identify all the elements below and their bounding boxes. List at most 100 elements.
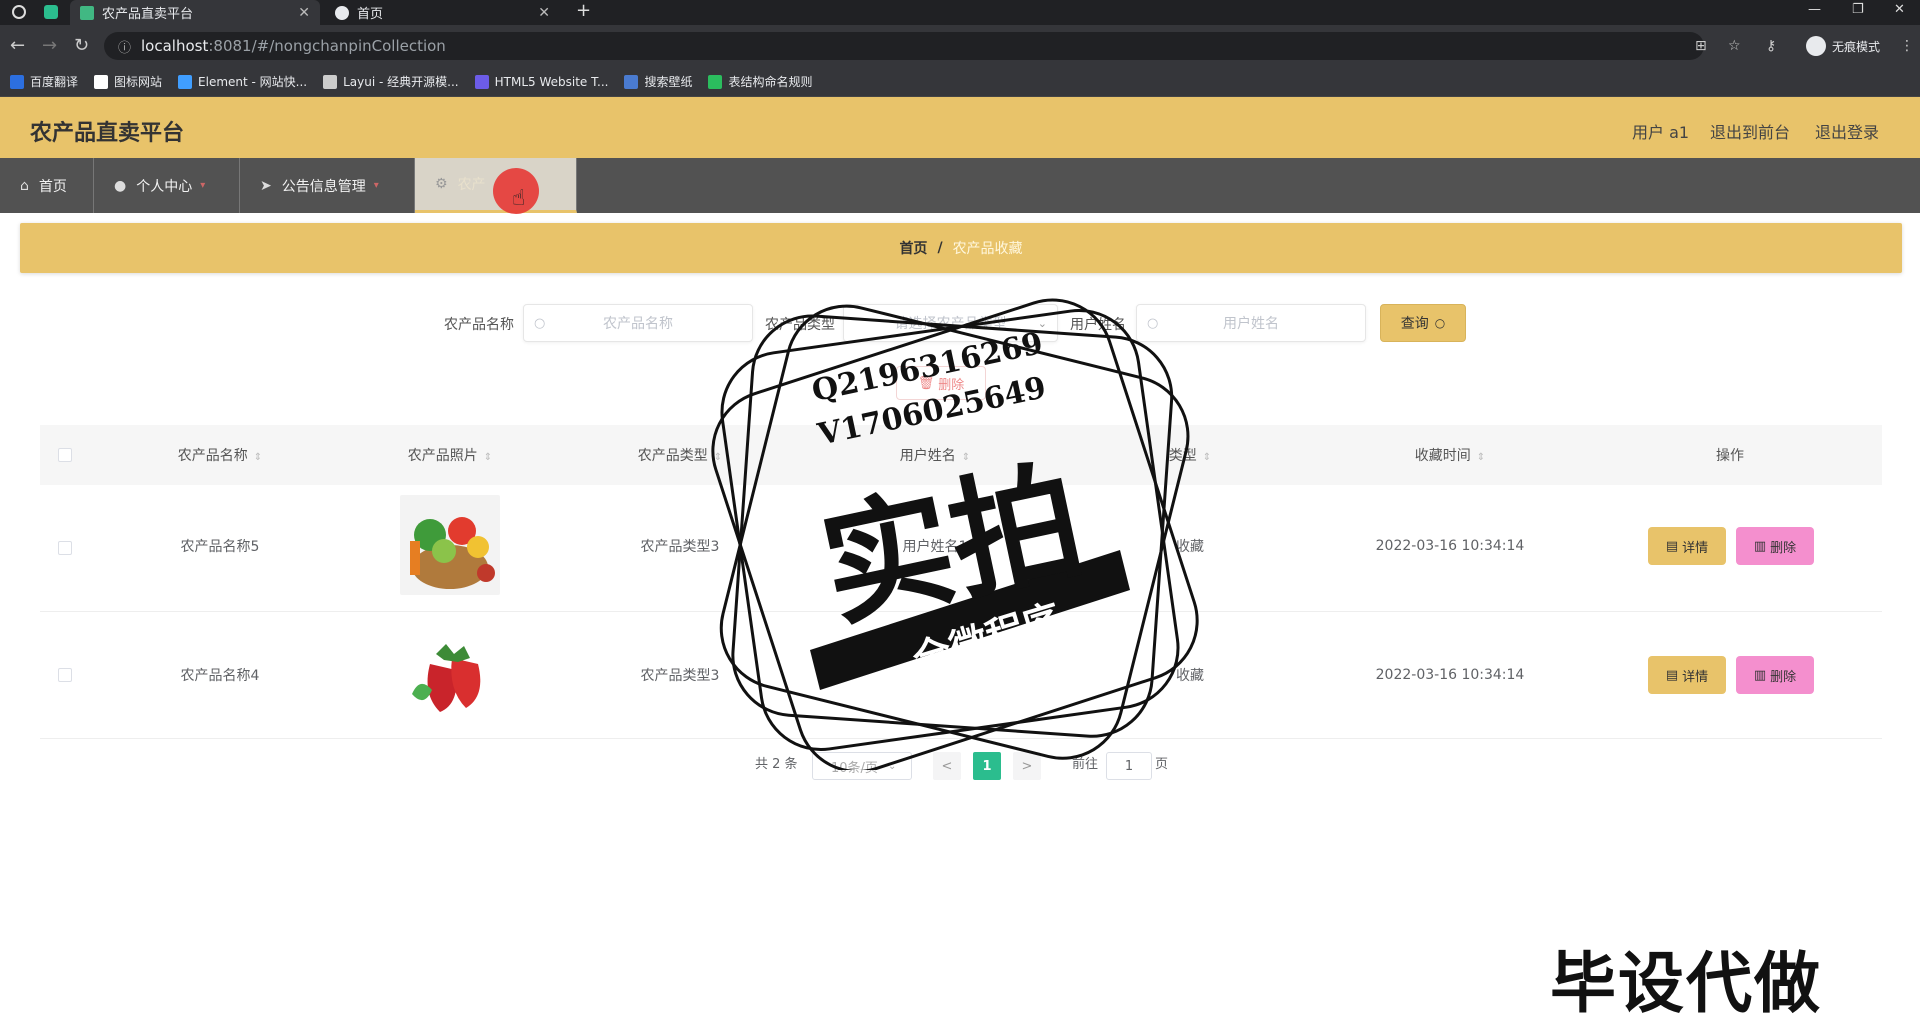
nav-item-home[interactable]: ⌂ 首页 <box>0 158 94 213</box>
logout-link[interactable]: 退出登录 <box>1815 119 1879 143</box>
new-tab-button[interactable]: + <box>576 0 591 21</box>
tab-title: 农产品直卖平台 <box>102 7 194 22</box>
product-photo <box>400 624 500 724</box>
wallpaper-icon <box>624 74 639 89</box>
product-name: 农产品名称4 <box>180 668 260 684</box>
delete-label: 删除 <box>1770 540 1797 556</box>
user-icon: ● <box>114 177 127 194</box>
bookmark-item[interactable]: 搜索壁纸 <box>624 73 692 90</box>
bookmarks-bar: 百度翻译 图标网站 Element - 网站快... Layui - 经典开源模… <box>0 67 1920 97</box>
nav-label: 公告信息管理 <box>281 178 366 195</box>
tab-active[interactable]: 农产品直卖平台 ✕ <box>70 0 320 25</box>
incognito-badge[interactable]: 无痕模式 <box>1805 36 1880 56</box>
close-icon[interactable]: ✕ <box>538 5 550 21</box>
pinned-tab-icon[interactable] <box>44 5 58 19</box>
row-checkbox[interactable] <box>58 541 72 555</box>
query-label: 查询 <box>1400 316 1429 332</box>
info-icon[interactable]: ⓘ <box>118 37 131 56</box>
bookmark-item[interactable]: HTML5 Website T... <box>474 74 609 89</box>
nav-label: 首页 <box>38 178 67 195</box>
bookmark-label: Element - 网站快... <box>198 75 308 89</box>
bookmark-label: 表结构命名规则 <box>728 75 813 89</box>
element-icon <box>178 74 193 89</box>
current-user: 用户 a1 <box>1632 123 1690 142</box>
delete-button[interactable]: ▥ 删除 <box>1736 527 1814 565</box>
bookmark-item[interactable]: Layui - 经典开源模... <box>323 73 459 90</box>
bookmark-label: Layui - 经典开源模... <box>343 75 459 89</box>
bookmark-label: HTML5 Website T... <box>494 74 609 89</box>
document-icon: ▤ <box>1665 667 1679 683</box>
bookmark-label: 搜索壁纸 <box>644 75 693 89</box>
translate-icon[interactable]: ⊞ <box>1695 38 1707 54</box>
bookmark-item[interactable]: 表结构命名规则 <box>708 73 812 90</box>
product-photo <box>400 495 500 595</box>
breadcrumb-current: 农产品收藏 <box>952 241 1023 257</box>
bookmark-item[interactable]: 图标网站 <box>94 73 162 90</box>
query-button[interactable]: 查询 ○ <box>1380 304 1466 342</box>
bookmark-label: 百度翻译 <box>30 75 79 89</box>
more-menu-icon[interactable]: ⋮ <box>1900 38 1914 54</box>
megaphone-icon: ➤ <box>260 177 272 194</box>
bookmark-item[interactable]: 百度翻译 <box>10 73 78 90</box>
address-bar-row: ← → ↻ ⓘ localhost:8081/#/nongchanpinColl… <box>0 25 1920 67</box>
detail-button[interactable]: ▤ 详情 <box>1648 656 1726 694</box>
hand-cursor-icon: ☝ <box>512 186 526 211</box>
close-window-icon[interactable]: ✕ <box>1894 2 1905 17</box>
watermark-stamp: Q2196316269 V1706025649 实拍 全微程序 <box>700 290 1220 773</box>
breadcrumb: 首页 / 农产品收藏 <box>20 223 1902 273</box>
back-to-front-link[interactable]: 退出到前台 <box>1710 119 1790 143</box>
tab-title: 首页 <box>357 7 384 22</box>
nav-label: 个人中心 <box>136 178 193 195</box>
column-header[interactable]: 农产品照片 ⇕ <box>408 445 492 465</box>
chevron-down-icon: ▾ <box>200 180 206 191</box>
globe-icon <box>335 5 349 20</box>
bookmark-label: 图标网站 <box>114 75 163 89</box>
layui-icon <box>323 74 338 89</box>
corner-watermark: 毕设代做 <box>1550 945 1822 1022</box>
incognito-label: 无痕模式 <box>1831 39 1880 54</box>
detail-label: 详情 <box>1682 669 1709 685</box>
collect-time: 2022-03-16 10:34:14 <box>1375 667 1525 683</box>
column-header[interactable]: 农产品名称 ⇕ <box>178 445 262 465</box>
home-icon: ⌂ <box>20 177 29 194</box>
html5-icon <box>474 74 489 89</box>
app-header: 农产品直卖平台 用户 a1 退出到前台 退出登录 <box>0 97 1920 158</box>
detail-button[interactable]: ▤ 详情 <box>1648 527 1726 565</box>
chevron-down-icon: ▾ <box>373 180 379 191</box>
table-icon <box>708 74 723 89</box>
breadcrumb-home[interactable]: 首页 <box>899 238 927 258</box>
key-icon[interactable]: ⚷ <box>1766 38 1776 54</box>
collect-time: 2022-03-16 10:34:14 <box>1375 538 1525 554</box>
detail-label: 详情 <box>1682 540 1709 556</box>
restore-icon[interactable]: ❐ <box>1852 2 1864 17</box>
top-nav-menu: ⌂ 首页 ● 个人中心 ▾ ➤ 公告信息管理 ▾ ⚙ 农产 <box>0 158 1920 213</box>
minimize-icon[interactable]: — <box>1808 2 1821 17</box>
tab-home[interactable]: 首页 ✕ <box>325 0 560 25</box>
row-checkbox[interactable] <box>58 668 72 682</box>
chrome-menu-icon[interactable] <box>12 5 26 19</box>
bookmark-item[interactable]: Element - 网站快... <box>178 73 307 90</box>
search-name-label: 农产品名称 <box>444 317 514 333</box>
reload-icon[interactable]: ↻ <box>74 35 89 56</box>
nav-item-profile[interactable]: ● 个人中心 ▾ <box>94 158 240 213</box>
translate-bookmark-icon <box>10 74 24 89</box>
forward-icon[interactable]: → <box>42 35 57 56</box>
select-all-checkbox[interactable] <box>58 448 72 462</box>
column-header[interactable]: 收藏时间 ⇕ <box>1415 445 1485 465</box>
gear-icon: ⚙ <box>435 176 448 192</box>
delete-button[interactable]: ▥ 删除 <box>1736 656 1814 694</box>
close-icon[interactable]: ✕ <box>298 5 310 21</box>
flag-icon <box>94 74 109 89</box>
back-icon[interactable]: ← <box>10 35 25 56</box>
url-path: :8081/#/nongchanpinCollection <box>208 37 446 55</box>
url-host: localhost <box>141 37 209 55</box>
incognito-icon <box>1805 36 1826 56</box>
vue-icon <box>80 5 94 20</box>
star-icon[interactable]: ☆ <box>1728 38 1741 54</box>
search-icon: ○ <box>534 315 546 331</box>
nav-item-notice[interactable]: ➤ 公告信息管理 ▾ <box>240 158 415 213</box>
url-input[interactable]: ⓘ localhost:8081/#/nongchanpinCollection <box>104 32 1704 60</box>
app-title: 农产品直卖平台 <box>30 121 185 146</box>
browser-tab-strip: 农产品直卖平台 ✕ 首页 ✕ + — ❐ ✕ <box>0 0 1920 25</box>
breadcrumb-separator: / <box>937 240 943 256</box>
